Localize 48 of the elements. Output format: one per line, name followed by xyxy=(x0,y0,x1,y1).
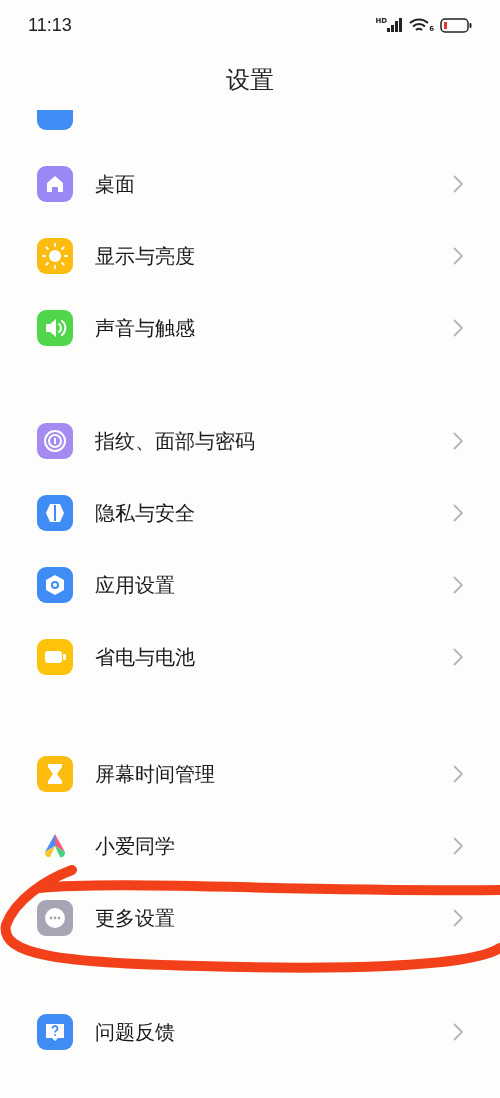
chevron-icon xyxy=(453,319,463,337)
item-label: 更多设置 xyxy=(95,905,176,932)
settings-item[interactable]: 屏幕时间管理 xyxy=(0,738,500,810)
item-label: 问题反馈 xyxy=(95,1019,176,1046)
item-label: 声音与触感 xyxy=(95,315,196,342)
item-label: 指纹、面部与密码 xyxy=(95,428,256,455)
chevron-icon xyxy=(453,432,463,450)
settings-item[interactable]: 声音与触感 xyxy=(0,292,500,364)
chevron-icon xyxy=(453,909,463,927)
battery-status-icon xyxy=(440,17,472,33)
settings-item[interactable]: 指纹、面部与密码 xyxy=(0,405,500,477)
item-label: 屏幕时间管理 xyxy=(95,761,216,788)
more-icon xyxy=(37,900,73,936)
feedback-icon xyxy=(37,1014,73,1050)
item-label: 显示与亮度 xyxy=(95,243,196,270)
settings-item[interactable]: 隐私与安全 xyxy=(0,477,500,549)
page-title: 设置 xyxy=(226,65,274,96)
chevron-icon xyxy=(453,504,463,522)
chevron-icon xyxy=(453,576,463,594)
chevron-icon xyxy=(453,765,463,783)
chevron-icon xyxy=(453,175,463,193)
item-label: 应用设置 xyxy=(95,572,176,599)
settings-item[interactable]: 显示与亮度 xyxy=(0,220,500,292)
fingerprint-icon xyxy=(37,423,73,459)
chevron-icon xyxy=(453,837,463,855)
assistant-logo-icon xyxy=(44,834,66,858)
settings-item[interactable]: 更多设置 xyxy=(0,882,500,954)
home-icon xyxy=(37,166,73,202)
settings-item[interactable]: 省电与电池 xyxy=(0,621,500,693)
settings-item[interactable]: 应用设置 xyxy=(0,549,500,621)
hourglass-icon xyxy=(37,756,73,792)
chevron-icon xyxy=(453,247,463,265)
settings-item[interactable]: 小爱同学 xyxy=(0,810,500,882)
status-time: 11:13 xyxy=(28,13,72,37)
speaker-icon xyxy=(37,310,73,346)
shield-icon xyxy=(37,495,73,531)
signal-icon xyxy=(387,18,404,32)
battery-icon xyxy=(37,639,73,675)
sun-icon xyxy=(37,238,73,274)
settings-item[interactable]: 桌面 xyxy=(0,148,500,220)
item-label: 省电与电池 xyxy=(95,644,196,671)
chevron-icon xyxy=(453,1023,463,1041)
item-label: 小爱同学 xyxy=(95,833,176,860)
settings-item[interactable]: 问题反馈 xyxy=(0,996,500,1068)
chevron-icon xyxy=(453,648,463,666)
item-label: 隐私与安全 xyxy=(95,500,196,527)
item-label: 桌面 xyxy=(95,171,136,198)
wifi-icon xyxy=(409,17,430,33)
